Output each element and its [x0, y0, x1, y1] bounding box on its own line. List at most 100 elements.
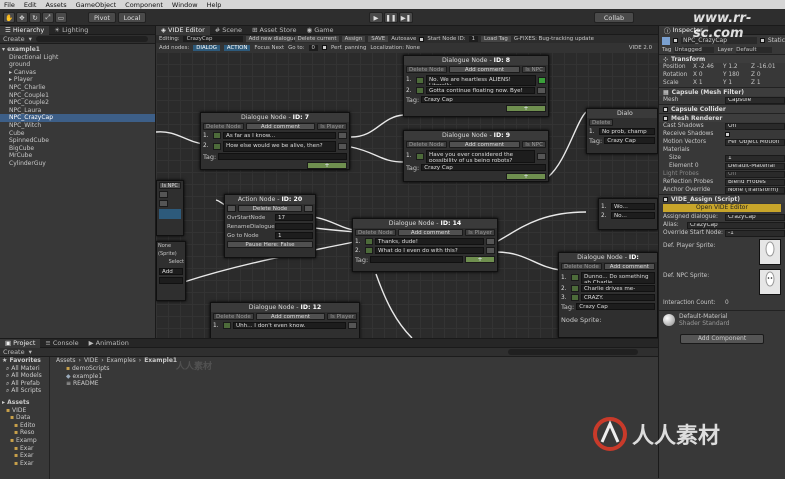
comment-action-button[interactable] [416, 76, 424, 84]
dialogue-node-12[interactable]: Dialogue Node - ID: 12 Delete Node Add c… [210, 302, 360, 338]
tab-asset-store[interactable]: ⊞ Asset Store [247, 26, 301, 35]
comment-field[interactable]: How else would we be alive, then? [223, 140, 336, 152]
comment-field[interactable]: CRAZY. [581, 294, 655, 301]
dialogue-node-8[interactable]: Dialogue Node - ID: 8 Delete Node Add co… [403, 55, 549, 117]
assets-tree-item[interactable]: ▪ Data [0, 414, 49, 422]
comment-action-button[interactable] [365, 247, 373, 254]
hierarchy-item[interactable]: SpinnedCube [0, 137, 155, 145]
dialogue-node-14[interactable]: Dialogue Node - ID: 14 Delete Node Add c… [352, 218, 498, 272]
action-node-20[interactable]: Action Node - ID: 20 Delete Node OvrStar… [224, 194, 316, 258]
hierarchy-item[interactable]: ▸ Canvas [0, 69, 155, 77]
move-up-button[interactable] [159, 200, 168, 207]
size-field[interactable]: 1 [725, 154, 785, 162]
rotation-y[interactable]: Y 180 [723, 72, 751, 78]
tab-game[interactable]: ◉ Game [302, 26, 339, 35]
comment-action-button[interactable] [365, 238, 373, 245]
tag-dropdown[interactable]: Untagged [674, 47, 715, 53]
delete-node-button[interactable]: Delete Node [203, 123, 244, 130]
comment-field[interactable]: What do I even do with this? [375, 247, 484, 254]
add-comment-button[interactable]: Add comment [255, 313, 326, 320]
mesh-field[interactable]: Capsule [725, 96, 785, 104]
tag-field[interactable]: Crazy Cap [421, 96, 546, 103]
rotation-z[interactable]: Z 0 [751, 72, 761, 78]
node-partial-left-sprite[interactable]: None (Sprite) Select Add [156, 241, 186, 301]
tab-project[interactable]: ▣ Project [0, 338, 41, 348]
menu-gameobject[interactable]: GameObject [76, 1, 117, 9]
add-comment-button[interactable]: Add comment [448, 66, 521, 73]
anchor-override-field[interactable]: None (Transform) [725, 186, 785, 194]
move-tool-button[interactable]: ✥ [16, 12, 28, 23]
comment-move-button[interactable] [338, 142, 347, 150]
tag-field[interactable]: Crazy Cap [604, 137, 655, 144]
position-x[interactable]: X -2.46 [693, 64, 723, 70]
hierarchy-item[interactable]: BigCube [0, 145, 155, 153]
delete-node-button[interactable]: Delete [589, 119, 614, 126]
add-dialog-node-button[interactable]: DIALOG [193, 44, 220, 51]
comment-field[interactable]: Thanks, dude! [375, 238, 484, 245]
rotate-tool-button[interactable]: ↻ [29, 12, 41, 23]
add-comment-button[interactable]: Add comment [245, 123, 316, 130]
autosave-toggle[interactable]: Autosave [391, 36, 416, 42]
transform-header[interactable]: ⊹ Transform [659, 54, 785, 63]
hand-tool-button[interactable]: ✋ [3, 12, 15, 23]
add-comment-button[interactable]: Add comment [603, 263, 655, 270]
is-player-toggle[interactable]: Is Player [327, 313, 357, 320]
local-toggle[interactable]: Local [118, 12, 146, 23]
delete-node-button[interactable]: Delete Node [213, 313, 254, 320]
comment-move-button[interactable] [338, 132, 347, 139]
tab-scene[interactable]: # Scene [210, 26, 247, 35]
vide-assign-header[interactable]: VIDE_Assign (Script) [659, 194, 785, 203]
hierarchy-item[interactable]: NPC_CrazyCap [0, 114, 155, 122]
empty-field[interactable] [159, 277, 183, 284]
is-npc-toggle[interactable]: Is NPC [159, 182, 181, 189]
vide-node-canvas[interactable]: Is NPC None (Sprite) Select Add Dialogue… [156, 52, 658, 338]
hierarchy-item[interactable]: MrCube [0, 152, 155, 160]
materials-row[interactable]: Materials [659, 146, 785, 154]
assets-tree-item[interactable]: ▪ Exar [0, 452, 49, 460]
override-start-field[interactable]: -1 [725, 229, 785, 237]
comment-action-button[interactable] [416, 87, 424, 94]
breadcrumb-item[interactable]: Example1 [144, 357, 177, 364]
is-npc-toggle[interactable]: Is NPC [522, 66, 546, 73]
hierarchy-item[interactable]: Cube [0, 130, 155, 138]
comment-field[interactable]: As far as I know... [223, 132, 336, 139]
receive-shadows-checkbox[interactable] [725, 131, 730, 137]
tag-field[interactable]: Crazy Cap [421, 164, 546, 171]
hierarchy-item[interactable]: Directional Light [0, 54, 155, 62]
tab-console[interactable]: ≡ Console [40, 339, 83, 348]
load-tag-button[interactable]: Load Tag [481, 36, 511, 42]
comment-move-button[interactable] [348, 322, 357, 329]
comment-move-button[interactable] [486, 247, 495, 254]
dialogue-node-right[interactable]: Dialogue Node - ID: Delete Node Add comm… [558, 252, 658, 338]
delete-current-button[interactable]: Delete current [294, 36, 339, 42]
project-file-item[interactable]: ◆ example1 [60, 373, 110, 381]
favorite-item[interactable]: ⌕ All Scripts [0, 387, 49, 395]
comment-field[interactable]: Gotta continue floating now. Bye! [426, 87, 535, 94]
step-button[interactable]: ▶❚ [399, 12, 413, 23]
npc-sprite-field[interactable] [759, 269, 781, 295]
breadcrumb-item[interactable]: Assets [56, 357, 76, 364]
comment-action-button[interactable] [213, 142, 221, 150]
move-up-button[interactable] [159, 191, 168, 198]
add-comment-plus-button[interactable]: + [465, 256, 495, 263]
add-comment-plus-button[interactable]: + [307, 162, 347, 169]
mesh-renderer-header[interactable]: Mesh Renderer [659, 113, 785, 122]
ovr-start-node-field[interactable]: 17 [275, 214, 313, 221]
project-search-input[interactable] [508, 349, 638, 355]
hierarchy-item[interactable]: NPC_Witch [0, 122, 155, 130]
scale-z[interactable]: Z 1 [751, 80, 761, 86]
autosave-checkbox[interactable] [419, 36, 425, 42]
comment-field[interactable]: Dunno... Do something ab Charlie [581, 271, 655, 284]
menu-window[interactable]: Window [172, 1, 198, 9]
comment-move-button[interactable] [486, 238, 495, 245]
comment-action-button[interactable] [223, 322, 231, 329]
renderer-enabled-checkbox[interactable] [663, 115, 668, 121]
comment-move-button[interactable] [537, 87, 546, 94]
delete-node-button[interactable]: Delete Node [238, 205, 302, 212]
comment-move-button[interactable] [537, 152, 546, 160]
hierarchy-item[interactable]: NPC_Couple2 [0, 99, 155, 107]
pause-button[interactable]: ❚❚ [384, 12, 398, 23]
project-file-item[interactable]: ≡ README [60, 380, 110, 388]
breadcrumb-item[interactable]: VIDE [84, 357, 98, 364]
comment-action-button[interactable] [571, 294, 579, 301]
